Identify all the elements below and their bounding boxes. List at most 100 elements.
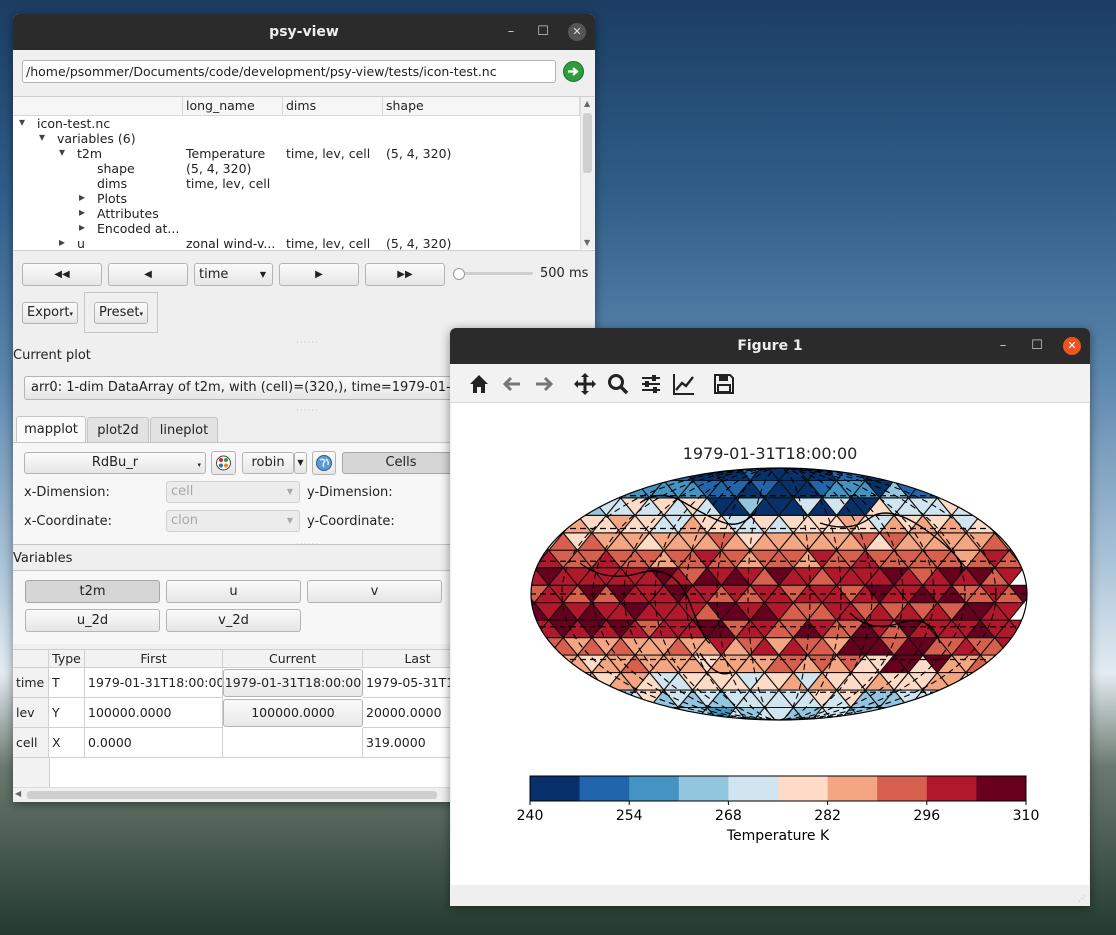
collapsed-arrow-icon[interactable]: ▸ <box>59 235 65 249</box>
table-cell[interactable]: 1979-01-31T18:00:00 <box>223 669 363 697</box>
table-cell[interactable]: 0.0000 <box>85 728 223 758</box>
tree-row[interactable]: ▾ icon-test.nc <box>13 115 580 131</box>
table-cell[interactable]: 1979-05-31T1 <box>363 668 463 698</box>
edit-axis-icon[interactable] <box>671 371 697 397</box>
expanded-arrow-icon[interactable]: ▾ <box>59 145 65 159</box>
table-header[interactable]: Last <box>363 650 463 668</box>
splitter-handle-2[interactable]: ······ <box>296 406 319 416</box>
map-cell <box>533 497 565 517</box>
tree-row[interactable]: ▸ Plots <box>13 190 580 206</box>
table-cell[interactable]: T <box>49 668 85 698</box>
table-cell[interactable]: X <box>49 728 85 758</box>
projection-settings-button[interactable] <box>312 451 336 475</box>
table-cell[interactable]: 100000.0000 <box>85 698 223 728</box>
last-step-button[interactable]: ▶▶ <box>365 263 445 286</box>
file-tree[interactable]: long_name dims shape ▾ icon-test.nc ▾ varia… <box>13 96 595 251</box>
dimensions-table[interactable]: Type First Current Last time T 1979-01-31T18:0… <box>13 649 463 802</box>
map-cell <box>979 671 1011 691</box>
minimize-icon[interactable]: – <box>502 23 520 41</box>
tree-row[interactable]: ▸ u zonal wind-v... time, lev, cell (5, 4, 3… <box>13 235 580 250</box>
tree-header-dims[interactable]: dims <box>283 97 383 115</box>
projection-select[interactable]: robin <box>242 452 294 474</box>
x-dimension-select[interactable]: cell ▼ <box>166 481 300 503</box>
colormap-editor-button[interactable] <box>211 451 236 475</box>
variable-button-v[interactable]: v <box>307 580 442 603</box>
tree-item-dims: time, lev, cell <box>286 146 371 161</box>
colormap-select[interactable]: RdBu_r ▾ <box>24 452 206 474</box>
splitter-handle[interactable]: ······ <box>296 338 319 348</box>
resize-grip[interactable]: ⋰ <box>1078 894 1087 903</box>
main-titlebar[interactable]: psy-view – ☐ ✕ <box>13 14 595 50</box>
pan-icon[interactable] <box>572 371 598 397</box>
configure-icon[interactable] <box>638 371 664 397</box>
tree-scrollbar[interactable]: ▲ ▼ <box>580 97 595 249</box>
tab-lineplot[interactable]: lineplot <box>150 417 218 442</box>
tree-header-name[interactable] <box>13 97 183 115</box>
tree-row[interactable]: shape (5, 4, 320) <box>13 161 580 176</box>
tree-row[interactable]: ▸ Attributes <box>13 205 580 221</box>
table-cell[interactable] <box>223 728 363 758</box>
table-header[interactable]: Type <box>49 650 85 668</box>
back-icon[interactable] <box>499 371 525 397</box>
first-step-button[interactable]: ◀◀ <box>22 263 102 286</box>
collapsed-arrow-icon[interactable]: ▸ <box>79 220 85 234</box>
interval-slider[interactable] <box>453 268 535 280</box>
tree-header-long-name[interactable]: long_name <box>183 97 283 115</box>
map-plot[interactable] <box>520 463 1038 725</box>
table-cell[interactable]: Y <box>49 698 85 728</box>
table-cell[interactable]: 100000.0000 <box>223 699 363 727</box>
cells-toggle-button[interactable]: Cells <box>342 452 460 474</box>
save-icon[interactable] <box>711 371 737 397</box>
table-header[interactable]: Current <box>223 650 363 668</box>
tab-plot2d[interactable]: plot2d <box>87 417 149 442</box>
variable-button-u_2d[interactable]: u_2d <box>25 609 160 632</box>
map-cell <box>562 468 594 482</box>
tab-mapplot[interactable]: mapplot <box>16 416 86 443</box>
collapsed-arrow-icon[interactable]: ▸ <box>79 205 85 219</box>
current-plot-select[interactable]: arr0: 1-dim DataArray of t2m, with (cell… <box>24 376 464 400</box>
tree-row[interactable]: ▾ t2m Temperature time, lev, cell (5, 4, 320… <box>13 145 580 161</box>
tree-row[interactable]: ▾ variables (6) <box>13 130 580 146</box>
expanded-arrow-icon[interactable]: ▾ <box>39 130 45 144</box>
projection-dropdown[interactable]: ▼ <box>294 452 307 474</box>
expanded-arrow-icon[interactable]: ▾ <box>19 115 25 129</box>
tree-row[interactable]: dims time, lev, cell <box>13 176 580 191</box>
dimension-select[interactable]: time ▼ <box>194 263 273 286</box>
horizontal-scrollbar[interactable]: ◀ <box>13 787 463 802</box>
maximize-icon[interactable]: ☐ <box>1028 337 1046 355</box>
table-header[interactable]: First <box>85 650 223 668</box>
table-cell[interactable]: 20000.0000 <box>363 698 463 728</box>
map-cell <box>878 706 910 720</box>
variable-button-v_2d[interactable]: v_2d <box>166 609 301 632</box>
close-icon[interactable]: ✕ <box>1063 337 1081 355</box>
figure-titlebar[interactable]: Figure 1 – ☐ ✕ <box>450 328 1090 364</box>
variable-button-u[interactable]: u <box>166 580 301 603</box>
table-header[interactable] <box>13 650 49 668</box>
previous-step-button[interactable]: ◀ <box>108 263 188 286</box>
table-row-header[interactable]: lev <box>13 698 49 728</box>
zoom-icon[interactable] <box>605 371 631 397</box>
slider-handle[interactable] <box>453 268 465 280</box>
file-path-input[interactable]: /home/psommer/Documents/code/development… <box>22 60 556 83</box>
export-button[interactable]: Export▾ <box>22 302 78 324</box>
open-file-button[interactable] <box>563 61 584 82</box>
table-cell[interactable]: 319.0000 <box>363 728 463 758</box>
variable-button-t2m[interactable]: t2m <box>25 580 160 603</box>
preset-button[interactable]: Preset▾ <box>94 302 148 324</box>
table-cell[interactable]: 1979-01-31T18:00:00 <box>85 668 223 698</box>
dimension-select-value: time <box>199 267 229 282</box>
map-cell <box>950 479 982 499</box>
maximize-icon[interactable]: ☐ <box>534 23 552 41</box>
table-row-header[interactable]: cell <box>13 728 49 758</box>
close-icon[interactable]: ✕ <box>568 23 586 41</box>
next-step-button[interactable]: ▶ <box>279 263 359 286</box>
table-row-header[interactable]: time <box>13 668 49 698</box>
collapsed-arrow-icon[interactable]: ▸ <box>79 190 85 204</box>
x-coordinate-select[interactable]: clon ▼ <box>166 510 300 532</box>
tree-row[interactable]: ▸ Encoded at... <box>13 220 580 236</box>
forward-icon[interactable] <box>531 371 557 397</box>
splitter-handle-3[interactable]: ······ <box>296 540 319 550</box>
home-icon[interactable] <box>466 371 492 397</box>
tree-header-shape[interactable]: shape <box>383 97 580 115</box>
minimize-icon[interactable]: – <box>994 337 1012 355</box>
